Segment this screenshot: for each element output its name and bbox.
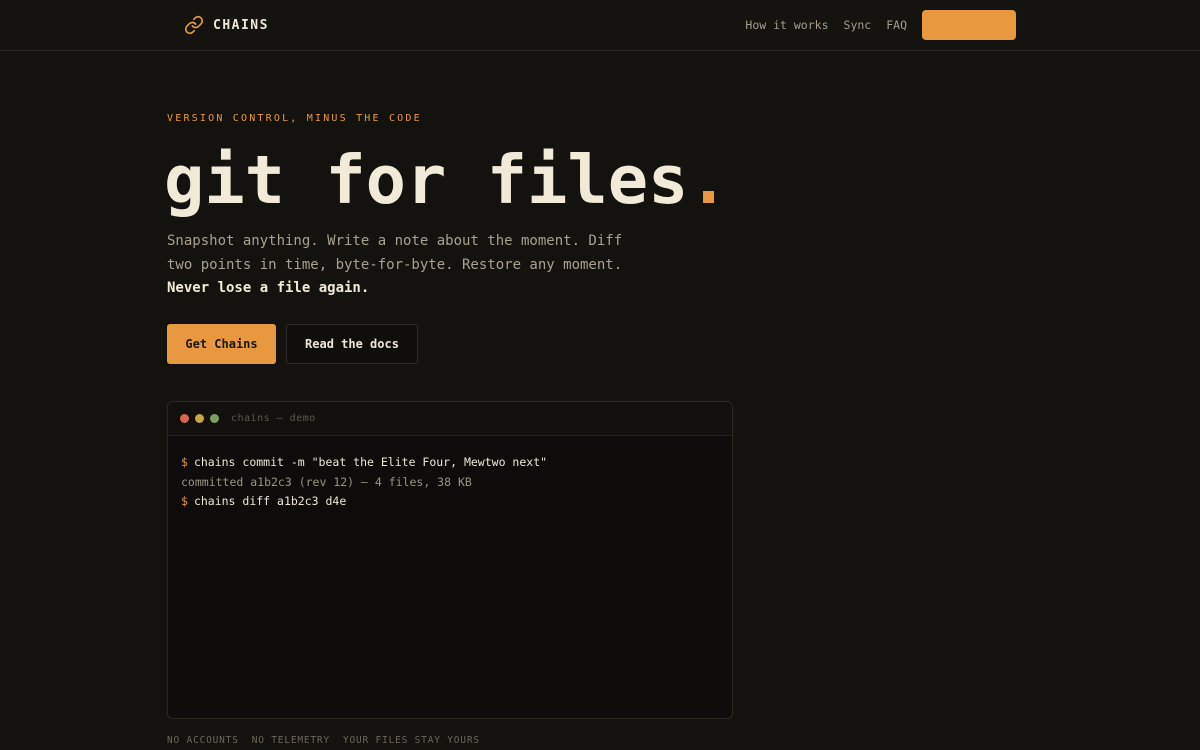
- subtitle-line-2: two points in time, byte-for-byte. Resto…: [167, 256, 623, 273]
- nav-link-how-it-works[interactable]: How it works: [745, 18, 828, 32]
- maximize-dot-icon: [210, 414, 219, 423]
- close-dot-icon: [180, 414, 189, 423]
- terminal-titlebar: chains — demo: [168, 402, 732, 436]
- terminal-output-line: committed a1b2c3 (rev 12) — 4 files, 38 …: [181, 474, 472, 489]
- headline-text: git for files: [164, 141, 689, 219]
- footer-tags: NO ACCOUNTS NO TELEMETRY YOUR FILES STAY…: [167, 735, 493, 746]
- tag-no-accounts: NO ACCOUNTS: [167, 735, 239, 746]
- terminal-body: $ chains commit -m "beat the Elite Four, …: [168, 436, 732, 529]
- hero-headline: git for files.: [164, 135, 729, 225]
- brand-name: CHAINS: [213, 17, 269, 33]
- nav-link-faq[interactable]: FAQ: [886, 18, 907, 32]
- terminal-title: chains — demo: [231, 413, 316, 424]
- terminal-demo: chains — demo $ chains commit -m "beat th…: [167, 401, 733, 719]
- nav-link-sync[interactable]: Sync: [844, 18, 872, 32]
- get-chains-button[interactable]: Get Chains: [167, 324, 276, 364]
- terminal-line: $ chains diff a1b2c3 d4e: [181, 492, 719, 512]
- chain-link-icon: [184, 15, 204, 35]
- tag-files-stay-yours: YOUR FILES STAY YOURS: [342, 735, 480, 746]
- subtitle-emphasis: Never lose a file again.: [167, 280, 370, 296]
- tag-no-telemetry: NO TELEMETRY: [251, 735, 330, 746]
- top-nav: CHAINS How it works Sync FAQ Get Chains: [0, 0, 1200, 51]
- nav-links: How it works Sync FAQ Get Chains: [745, 10, 1016, 40]
- prompt-symbol: $: [181, 494, 188, 508]
- prompt-symbol: $: [181, 455, 188, 469]
- hero-subtitle: Snapshot anything. Write a note about th…: [167, 230, 687, 301]
- read-docs-button[interactable]: Read the docs: [286, 324, 418, 364]
- brand-logo[interactable]: CHAINS: [184, 14, 269, 36]
- command-text: chains diff a1b2c3 d4e: [193, 494, 347, 508]
- subtitle-line-1: Snapshot anything. Write a note about th…: [167, 233, 623, 249]
- nav-get-chains-button[interactable]: Get Chains: [922, 10, 1016, 40]
- command-text: chains commit -m "beat the Elite Four, M…: [193, 455, 548, 469]
- terminal-line: $ chains commit -m "beat the Elite Four, …: [181, 453, 719, 473]
- hero-eyebrow: VERSION CONTROL, MINUS THE CODE: [167, 113, 422, 124]
- minimize-dot-icon: [195, 414, 204, 423]
- headline-dot: .: [688, 141, 729, 219]
